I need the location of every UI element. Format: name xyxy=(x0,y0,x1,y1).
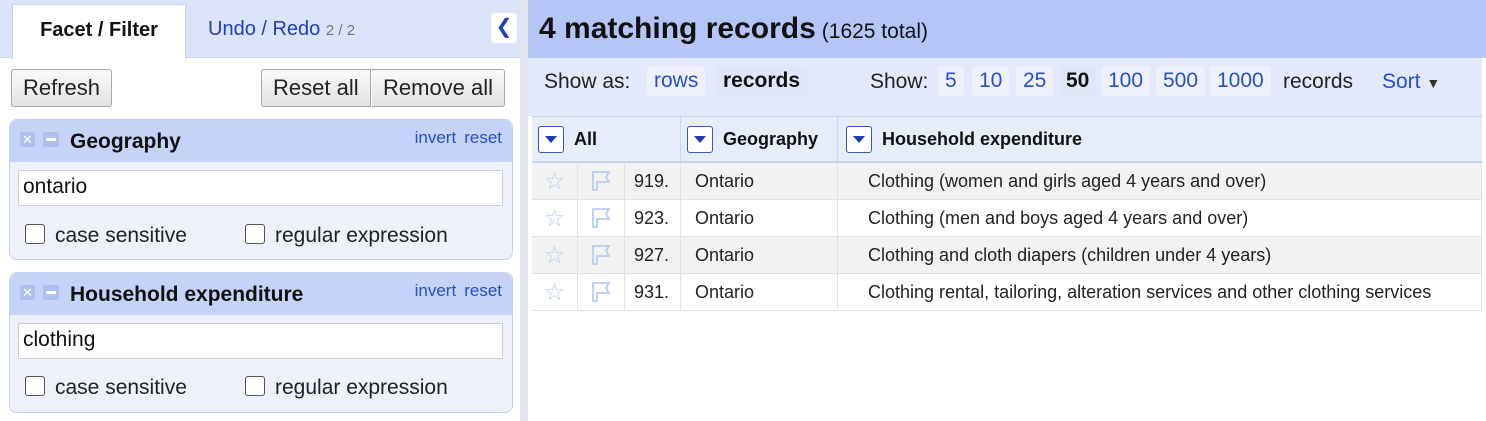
column-menu-dropdown-icon[interactable] xyxy=(538,126,564,153)
cell-geography[interactable]: Ontario xyxy=(681,237,838,274)
tab-undo-redo[interactable]: Undo / Redo 2 / 2 xyxy=(188,4,375,59)
flag-icon[interactable] xyxy=(578,200,625,237)
show-as-records[interactable]: records xyxy=(716,66,808,96)
left-panel: Facet / Filter Undo / Redo 2 / 2 ❮ Refre… xyxy=(0,0,520,421)
star-icon[interactable]: ☆ xyxy=(532,237,578,274)
panel-divider[interactable] xyxy=(520,0,528,421)
column-geography[interactable]: Geography xyxy=(681,117,838,162)
view-bar: Show as: rows records Show: 5 10 25 50 1… xyxy=(528,58,1482,116)
reset-all-button[interactable]: Reset all xyxy=(261,69,371,107)
right-panel: 4 matching records (1625 total) Show as: … xyxy=(528,0,1486,421)
regex-label: regular expression xyxy=(275,224,448,247)
case-sensitive-checkbox[interactable] xyxy=(25,224,45,244)
show-as-rows[interactable]: rows xyxy=(647,66,706,96)
data-grid: All Geography Household expenditure ☆ 91… xyxy=(532,116,1482,311)
reset-link[interactable]: reset xyxy=(464,128,502,147)
row-number: 919. xyxy=(625,163,681,200)
case-sensitive-label: case sensitive xyxy=(55,376,187,399)
star-icon[interactable]: ☆ xyxy=(532,274,578,311)
page-size-option[interactable]: 10 xyxy=(972,66,1010,96)
page-size-option[interactable]: 5 xyxy=(938,66,964,96)
total-records: (1625 total) xyxy=(821,20,928,43)
page-size-option-selected[interactable]: 50 xyxy=(1059,66,1097,96)
facet-title: Household expenditure xyxy=(70,283,304,306)
cell-household-expenditure[interactable]: Clothing (women and girls aged 4 years a… xyxy=(838,163,1482,200)
row-number: 927. xyxy=(625,237,681,274)
minimize-facet-icon[interactable] xyxy=(43,132,59,147)
cell-household-expenditure[interactable]: Clothing rental, tailoring, alteration s… xyxy=(838,274,1482,311)
remove-all-button[interactable]: Remove all xyxy=(372,69,506,107)
minimize-facet-icon[interactable] xyxy=(43,285,59,300)
invert-link[interactable]: invert xyxy=(415,128,457,147)
star-icon[interactable]: ☆ xyxy=(532,200,578,237)
invert-link[interactable]: invert xyxy=(415,281,457,300)
case-sensitive-checkbox[interactable] xyxy=(25,376,45,396)
page-size-option[interactable]: 500 xyxy=(1156,66,1206,96)
facet-text-input[interactable]: ontario xyxy=(18,170,503,206)
remove-facet-icon[interactable]: ✕ xyxy=(20,132,35,147)
facet-household-expenditure: ✕ Household expenditure invert reset clot… xyxy=(9,272,513,413)
flag-icon[interactable] xyxy=(578,274,625,311)
sort-label: Sort xyxy=(1382,70,1421,93)
table-row: ☆ 931. Ontario Clothing rental, tailorin… xyxy=(532,274,1482,311)
column-header-label: Geography xyxy=(723,129,819,149)
sort-menu[interactable]: Sort ▼ xyxy=(1382,70,1440,94)
column-header-label: Household expenditure xyxy=(882,129,1083,149)
regex-checkbox[interactable] xyxy=(245,224,265,244)
row-number: 931. xyxy=(625,274,681,311)
star-icon[interactable]: ☆ xyxy=(532,163,578,200)
tab-bar: Facet / Filter Undo / Redo 2 / 2 ❮ xyxy=(0,0,520,59)
facet-header: ✕ Household expenditure invert reset xyxy=(10,273,512,315)
undo-redo-label: Undo / Redo xyxy=(208,18,321,40)
records-label: records xyxy=(1283,70,1354,93)
cell-geography[interactable]: Ontario xyxy=(681,274,838,311)
regex-option[interactable]: regular expression xyxy=(245,376,448,400)
column-all[interactable]: All xyxy=(532,117,681,162)
show-label: Show: xyxy=(870,70,929,93)
cell-household-expenditure[interactable]: Clothing (men and boys aged 4 years and … xyxy=(838,200,1482,237)
caret-down-icon: ▼ xyxy=(1426,75,1441,91)
facet-geography: ✕ Geography invert reset ontario case sen… xyxy=(9,119,513,260)
reset-link[interactable]: reset xyxy=(464,281,502,300)
summary-bar: 4 matching records (1625 total) xyxy=(528,0,1486,58)
case-sensitive-option[interactable]: case sensitive xyxy=(25,224,187,248)
table-row: ☆ 927. Ontario Clothing and cloth diaper… xyxy=(532,237,1482,274)
case-sensitive-option[interactable]: case sensitive xyxy=(25,376,187,400)
column-household-expenditure[interactable]: Household expenditure xyxy=(838,117,1482,162)
table-row: ☆ 919. Ontario Clothing (women and girls… xyxy=(532,163,1482,200)
regex-option[interactable]: regular expression xyxy=(245,224,448,248)
column-header-label: All xyxy=(574,129,598,149)
regex-label: regular expression xyxy=(275,376,448,399)
regex-checkbox[interactable] xyxy=(245,376,265,396)
cell-geography[interactable]: Ontario xyxy=(681,200,838,237)
page-size-option[interactable]: 100 xyxy=(1101,66,1151,96)
facet-title: Geography xyxy=(70,130,181,153)
cell-household-expenditure[interactable]: Clothing and cloth diapers (children und… xyxy=(838,237,1482,274)
flag-icon[interactable] xyxy=(578,237,625,274)
grid-header: All Geography Household expenditure xyxy=(532,116,1482,163)
matching-records-count: 4 matching records xyxy=(539,12,816,45)
facet-header: ✕ Geography invert reset xyxy=(10,120,512,162)
case-sensitive-label: case sensitive xyxy=(55,224,187,247)
cell-geography[interactable]: Ontario xyxy=(681,163,838,200)
tab-facet-filter[interactable]: Facet / Filter xyxy=(12,4,186,59)
row-number: 923. xyxy=(625,200,681,237)
page-size-option[interactable]: 1000 xyxy=(1210,66,1271,96)
page-size-option[interactable]: 25 xyxy=(1016,66,1054,96)
column-menu-dropdown-icon[interactable] xyxy=(846,126,872,153)
flag-icon[interactable] xyxy=(578,163,625,200)
refresh-button[interactable]: Refresh xyxy=(11,69,113,107)
remove-facet-icon[interactable]: ✕ xyxy=(20,285,35,300)
table-row: ☆ 923. Ontario Clothing (men and boys ag… xyxy=(532,200,1482,237)
column-menu-dropdown-icon[interactable] xyxy=(687,126,713,153)
undo-redo-count: 2 / 2 xyxy=(325,22,356,39)
facet-text-input[interactable]: clothing xyxy=(18,323,503,359)
show-as-label: Show as: xyxy=(544,70,631,93)
chevron-left-icon[interactable]: ❮ xyxy=(491,13,517,43)
